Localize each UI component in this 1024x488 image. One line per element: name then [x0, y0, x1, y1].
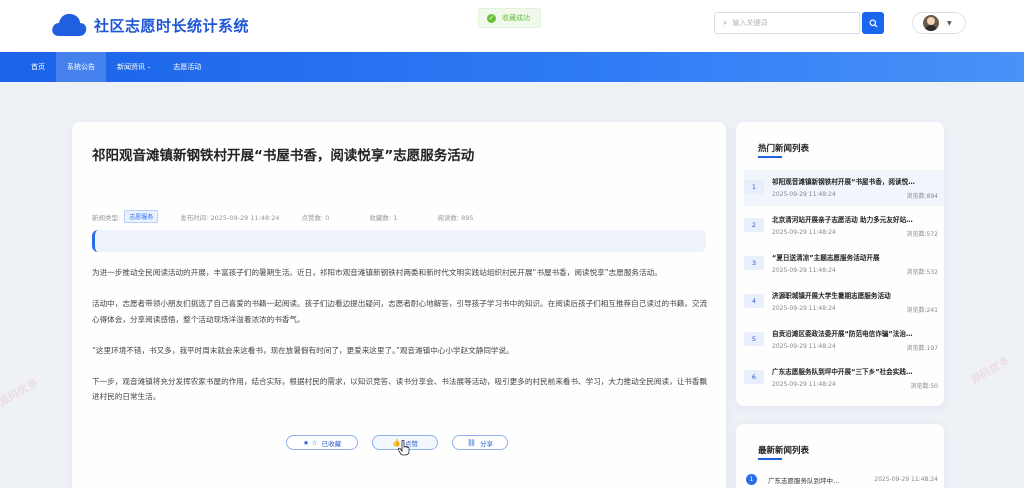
- success-toast: ✓ 收藏成功: [478, 8, 541, 28]
- favorite-button[interactable]: ★ ☆ 已收藏: [286, 435, 358, 450]
- main-nav: 首页 系统公告 新闻资讯 ⌄ 志愿活动: [0, 52, 1024, 82]
- hot-news-item[interactable]: 2 北京清河站开展亲子志愿活动 助力多元友好站… 2025-09-29 11:4…: [744, 208, 944, 244]
- meta-reads: 阅读数: 895: [437, 213, 474, 222]
- search-icon: [868, 18, 878, 28]
- check-icon: ✓: [487, 13, 496, 23]
- star-icon: ★ ☆: [302, 438, 318, 447]
- hot-news-title: 自贡沿滩区委政法委开展“防范电信诈骗”法治…: [772, 330, 913, 338]
- rank-badge: 5: [744, 332, 764, 346]
- watermark: 源码优多: [967, 353, 1013, 388]
- article-title: 祁阳观音滩镇新钢铁村开展“书屋书香，阅读悦享”志愿服务活动: [92, 148, 475, 164]
- nav-item-label: 志愿活动: [173, 63, 202, 71]
- toast-text: 收藏成功: [502, 14, 530, 22]
- hot-news-item[interactable]: 5 自贡沿滩区委政法委开展“防范电信诈骗”法治… 2025-09-29 11:4…: [744, 322, 944, 358]
- latest-news-title: 广东志愿服务队到坪中…: [768, 477, 840, 485]
- rank-badge: 2: [744, 218, 764, 232]
- hot-news-card: 热门新闻列表 1 祁阳观音滩镇新钢铁村开展“书屋书香，阅读悦… 2025-09-…: [736, 122, 944, 406]
- hot-news-item[interactable]: 6 广东志愿服务队到坪中开展“三下乡”社会实践… 2025-09-29 11:4…: [744, 360, 944, 396]
- nav-item-label: 系统公告: [67, 63, 95, 71]
- type-badge: 志愿服务: [124, 210, 159, 223]
- hot-news-views: 浏览数:241: [906, 307, 938, 314]
- nav-item-news[interactable]: 新闻资讯 ⌄: [106, 52, 162, 82]
- hot-news-title: 济源职城镇开展大学生暑期志愿服务活动: [772, 292, 891, 300]
- latest-news-heading: 最新新闻列表: [758, 446, 810, 456]
- rank-badge: 4: [744, 294, 764, 308]
- article-paragraph: “这里环境不错，书又多，我平时周末就会来这看书，现在放暑假有时间了，更爱来这里了…: [92, 345, 514, 355]
- nav-item-home[interactable]: 首页: [20, 52, 56, 82]
- search-input[interactable]: [732, 19, 843, 27]
- rank-badge: 1: [746, 474, 757, 485]
- article-paragraph: 下一步，观音滩镇将充分发挥农家书屋的作用，结合实际，根据村民的需求，以知识竞答、…: [92, 376, 708, 402]
- hot-news-views: 浏览数:532: [906, 269, 938, 276]
- hot-news-date: 2025-09-29 11:48:24: [772, 305, 836, 312]
- share-button[interactable]: ⛓ 分享: [452, 435, 508, 450]
- article-meta: 新闻类型: 志愿服务 发布时间: 2025-09-29 11:48:24 点赞数…: [92, 210, 496, 223]
- user-menu[interactable]: ▼: [912, 12, 966, 34]
- top-header: 社区志愿时长统计系统 ✓ 收藏成功 ⌕ ▼: [0, 0, 1024, 52]
- meta-likes: 点赞数: 0: [301, 213, 330, 222]
- link-icon: ⛓: [467, 438, 476, 447]
- share-label: 分享: [479, 439, 493, 448]
- hot-news-date: 2025-09-29 11:48:24: [772, 381, 836, 388]
- article-body: 为进一步推动全民阅读活动的开展，丰富孩子们的暑期生活。近日，祁阳市观音滩镇新钢铁…: [92, 265, 710, 420]
- hot-news-heading: 热门新闻列表: [758, 144, 810, 154]
- hot-news-date: 2025-09-29 11:48:24: [772, 191, 836, 198]
- hot-news-title: 祁阳观音滩镇新钢铁村开展“书屋书香，阅读悦…: [772, 178, 915, 186]
- article-card: 祁阳观音滩镇新钢铁村开展“书屋书香，阅读悦享”志愿服务活动 新闻类型: 志愿服务…: [72, 122, 726, 488]
- caret-down-icon: ▼: [947, 19, 952, 27]
- heading-underline: [758, 156, 782, 158]
- hot-news-views: 浏览数:50: [910, 383, 938, 390]
- hot-news-item[interactable]: 1 祁阳观音滩镇新钢铁村开展“书屋书香，阅读悦… 2025-09-29 11:4…: [744, 170, 944, 206]
- cloud-logo-icon: [52, 13, 87, 37]
- hot-news-views: 浏览数:197: [906, 345, 938, 352]
- meta-type: 新闻类型: 志愿服务: [92, 210, 159, 223]
- hot-news-title: 广东志愿服务队到坪中开展“三下乡”社会实践…: [772, 368, 913, 376]
- hot-news-views: 浏览数:894: [906, 193, 938, 200]
- article-paragraph: 活动中，志愿者带领小朋友们挑选了自己喜爱的书籍一起阅读。孩子们边看边提出疑问，志…: [92, 299, 708, 324]
- search-button[interactable]: [862, 12, 884, 34]
- latest-news-date: 2025-09-29 11:48:24: [874, 476, 938, 483]
- heading-underline: [758, 458, 782, 460]
- hot-news-date: 2025-09-29 11:48:24: [772, 229, 836, 236]
- search-box: ⌕: [714, 12, 860, 34]
- summary-bar: [92, 230, 706, 252]
- search-icon: ⌕: [723, 18, 728, 27]
- hand-cursor-icon: [398, 440, 410, 456]
- meta-favorites: 收藏数: 1: [369, 213, 398, 222]
- meta-publish-time: 发布时间: 2025-09-29 11:48:24: [180, 213, 280, 222]
- hot-news-views: 浏览数:572: [906, 231, 938, 238]
- latest-news-item[interactable]: 1 广东志愿服务队到坪中… 2025-09-29 11:48:24: [746, 474, 940, 488]
- avatar: [923, 15, 939, 31]
- watermark: 源码优多: [0, 375, 41, 410]
- rank-badge: 3: [744, 256, 764, 270]
- favorite-label: 已收藏: [321, 439, 342, 448]
- hot-news-date: 2025-09-29 11:48:24: [772, 267, 836, 274]
- app-title: 社区志愿时长统计系统: [94, 17, 250, 35]
- nav-item-label: 首页: [31, 63, 45, 71]
- nav-item-activities[interactable]: 志愿活动: [162, 52, 212, 82]
- rank-badge: 1: [744, 180, 764, 194]
- rank-badge: 6: [744, 370, 764, 384]
- meta-type-label: 新闻类型:: [92, 213, 121, 222]
- chevron-down-icon: ⌄: [147, 64, 152, 70]
- latest-news-card: 最新新闻列表 1 广东志愿服务队到坪中… 2025-09-29 11:48:24: [736, 424, 944, 488]
- hot-news-item[interactable]: 4 济源职城镇开展大学生暑期志愿服务活动 2025-09-29 11:48:24…: [744, 284, 944, 320]
- nav-item-announcements[interactable]: 系统公告: [56, 52, 106, 82]
- hot-news-title: 北京清河站开展亲子志愿活动 助力多元友好站…: [772, 216, 913, 224]
- hot-news-title: “夏日送清凉”主题志愿服务活动开展: [772, 254, 880, 262]
- article-paragraph: 为进一步推动全民阅读活动的开展，丰富孩子们的暑期生活。近日，祁阳市观音滩镇新钢铁…: [92, 268, 662, 277]
- hot-news-date: 2025-09-29 11:48:24: [772, 343, 836, 350]
- nav-item-label: 新闻资讯: [117, 63, 145, 71]
- hot-news-item[interactable]: 3 “夏日送清凉”主题志愿服务活动开展 2025-09-29 11:48:24 …: [744, 246, 944, 282]
